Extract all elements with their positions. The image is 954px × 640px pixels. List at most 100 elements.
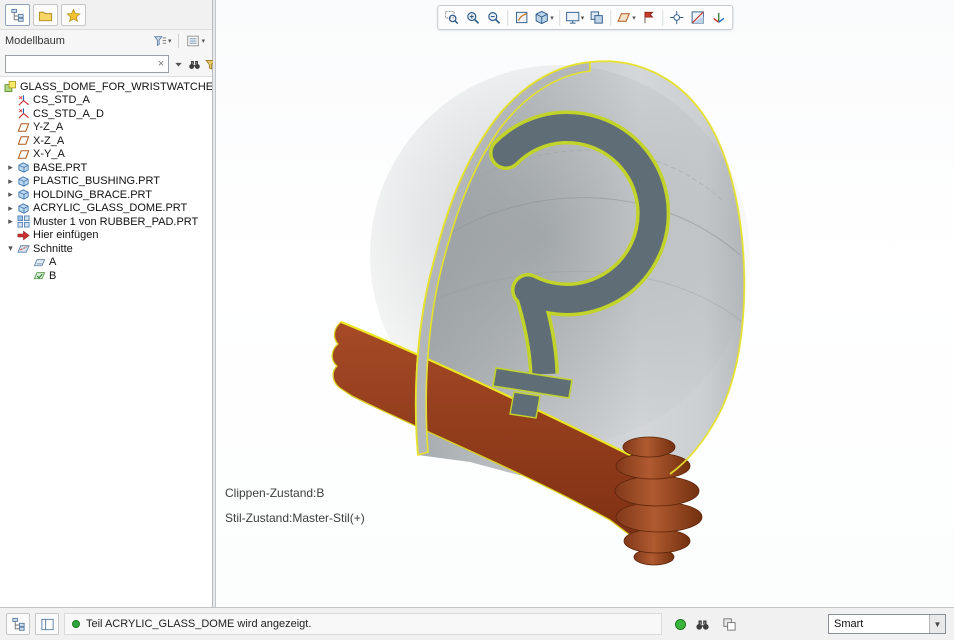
chevron-down-icon: ▾ — [632, 14, 636, 22]
annotation-display-button[interactable] — [638, 7, 659, 28]
datum-plane-icon — [17, 121, 31, 134]
saved-views-icon — [565, 10, 580, 25]
panel-tabs-row — [0, 0, 212, 30]
favorites-tab[interactable] — [61, 4, 86, 26]
3d-dragger-button[interactable] — [708, 7, 729, 28]
binoculars-icon — [188, 58, 201, 71]
tree-item-x-y-a[interactable]: X-Y_A — [0, 148, 212, 162]
search-input[interactable] — [6, 58, 154, 70]
tree-item-label: BASE.PRT — [31, 162, 87, 174]
browser-toggle-button[interactable] — [35, 613, 59, 635]
tree-item-muster-1-von-rubber-pad-prt[interactable]: ▸Muster 1 von RUBBER_PAD.PRT — [0, 215, 212, 229]
chevron-down-icon: ▾ — [201, 37, 205, 45]
separator — [507, 10, 508, 26]
insert-here-icon — [17, 229, 31, 242]
tree-item-base-prt[interactable]: ▸ BASE.PRT — [0, 161, 212, 175]
graphics-toolbar: ▾ ▾ ▾ — [437, 5, 733, 30]
chevron-down-icon: ▾ — [550, 14, 554, 22]
collapsed-expander-icon[interactable]: ▸ — [4, 202, 17, 215]
chevron-down-icon: ▾ — [168, 37, 172, 45]
separator — [559, 10, 560, 26]
tree-item-a[interactable]: A — [0, 256, 212, 270]
model-tree-toggle-button[interactable] — [6, 613, 30, 635]
spin-center-button[interactable] — [666, 7, 687, 28]
tree-item-label: PLASTIC_BUSHING.PRT — [31, 175, 160, 187]
style-state-label: Stil-Zustand:Master-Stil(+) — [225, 511, 365, 525]
search-history-button[interactable] — [172, 56, 185, 72]
find-in-model-button[interactable] — [691, 614, 713, 634]
panel-title: Modellbaum — [5, 35, 149, 47]
regeneration-status-icon[interactable] — [675, 619, 686, 630]
collapsed-expander-icon[interactable]: ▸ — [4, 215, 17, 228]
section-icon — [690, 10, 705, 25]
tree-item-x-z-a[interactable]: X-Z_A — [0, 134, 212, 148]
tree-item-schnitte[interactable]: ▾ Schnitte — [0, 242, 212, 256]
collapsed-expander-icon[interactable]: ▸ — [4, 188, 17, 201]
annotations-icon — [641, 10, 656, 25]
status-bar: Teil ACRYLIC_GLASS_DOME wird angezeigt. … — [0, 607, 954, 640]
chevron-down-icon: ▼ — [929, 615, 945, 633]
repaint-button[interactable] — [511, 7, 532, 28]
model-tree-tab[interactable] — [5, 4, 30, 26]
zoom-to-fit-button[interactable] — [441, 7, 462, 28]
tree-item-label: A — [47, 256, 56, 268]
selection-filter-select[interactable]: Smart ▼ — [828, 614, 946, 634]
folder-icon — [38, 8, 53, 23]
assembly-icon — [4, 80, 18, 93]
buffer-icon — [722, 617, 737, 632]
binoculars-icon — [695, 617, 710, 632]
tree-item-cs-std-a-d[interactable]: CS_STD_A_D — [0, 107, 212, 121]
display-style-icon — [534, 10, 549, 25]
section-active-icon — [33, 269, 47, 282]
find-button[interactable] — [188, 56, 201, 72]
section-plane-icon — [33, 256, 47, 269]
zoom-fit-icon — [444, 10, 459, 25]
separator — [662, 10, 663, 26]
spin-center-icon — [669, 10, 684, 25]
tree-item-label: X-Y_A — [31, 148, 65, 160]
tree-item-label: CS_STD_A — [31, 94, 90, 106]
tree-filter-button[interactable]: ▾ — [151, 32, 174, 50]
clear-search-button[interactable]: × — [154, 56, 168, 72]
view-manager-button[interactable] — [586, 7, 607, 28]
tree-item-label: HOLDING_BRACE.PRT — [31, 189, 152, 201]
tree-item-b[interactable]: B — [0, 269, 212, 283]
tree-item-label: X-Z_A — [31, 135, 64, 147]
zoom-in-button[interactable] — [462, 7, 483, 28]
tree-item-acrylic-glass-dome-prt[interactable]: ▸ACRYLIC_GLASS_DOME.PRT — [0, 202, 212, 216]
clip-state-label: Clippen-Zustand:B — [225, 486, 324, 500]
pattern-icon — [17, 215, 31, 228]
collapsed-expander-icon[interactable]: ▸ — [4, 175, 17, 188]
selection-buffer-button[interactable] — [718, 614, 740, 634]
collapsed-expander-icon[interactable]: ▸ — [4, 161, 17, 174]
dragger-icon — [711, 10, 726, 25]
browser-panel-icon — [40, 617, 55, 632]
display-style-button[interactable]: ▾ — [532, 7, 556, 28]
model-tree-header: Modellbaum ▾ ▾ — [0, 30, 212, 52]
selection-filter-value: Smart — [829, 618, 929, 630]
tree-item-hier-einf-gen[interactable]: Hier einfügen — [0, 229, 212, 243]
expanded-expander-icon[interactable]: ▾ — [4, 242, 17, 255]
star-icon — [66, 8, 81, 23]
zoom-out-button[interactable] — [483, 7, 504, 28]
tree-item-holding-brace-prt[interactable]: ▸ HOLDING_BRACE.PRT — [0, 188, 212, 202]
datum-display-button[interactable]: ▾ — [614, 7, 638, 28]
separator — [610, 10, 611, 26]
tree-item-y-z-a[interactable]: Y-Z_A — [0, 121, 212, 135]
zoom-out-icon — [486, 10, 501, 25]
part-icon — [17, 188, 31, 201]
tree-tab-icon — [10, 8, 25, 23]
section-display-button[interactable] — [687, 7, 708, 28]
tree-item-label: GLASS_DOME_FOR_WRISTWATCHES.ASM — [18, 81, 212, 93]
tree-item-plastic-bushing-prt[interactable]: ▸ PLASTIC_BUSHING.PRT — [0, 175, 212, 189]
tree-settings-button[interactable]: ▾ — [184, 32, 207, 50]
tree-item-cs-std-a[interactable]: CS_STD_A — [0, 94, 212, 108]
folder-browser-tab[interactable] — [33, 4, 58, 26]
csys-icon — [17, 107, 31, 120]
tree-item-label: Schnitte — [31, 243, 73, 255]
saved-orientations-button[interactable]: ▾ — [563, 7, 587, 28]
3d-viewport[interactable]: ▾ ▾ ▾ Clippen-Zustand:B Stil-Zustand:Maste… — [216, 0, 954, 607]
status-message: Teil ACRYLIC_GLASS_DOME wird angezeigt. — [86, 618, 311, 630]
tree-item-glass-dome-for-wristwatches-asm[interactable]: GLASS_DOME_FOR_WRISTWATCHES.ASM — [0, 80, 212, 94]
part-icon — [17, 175, 31, 188]
